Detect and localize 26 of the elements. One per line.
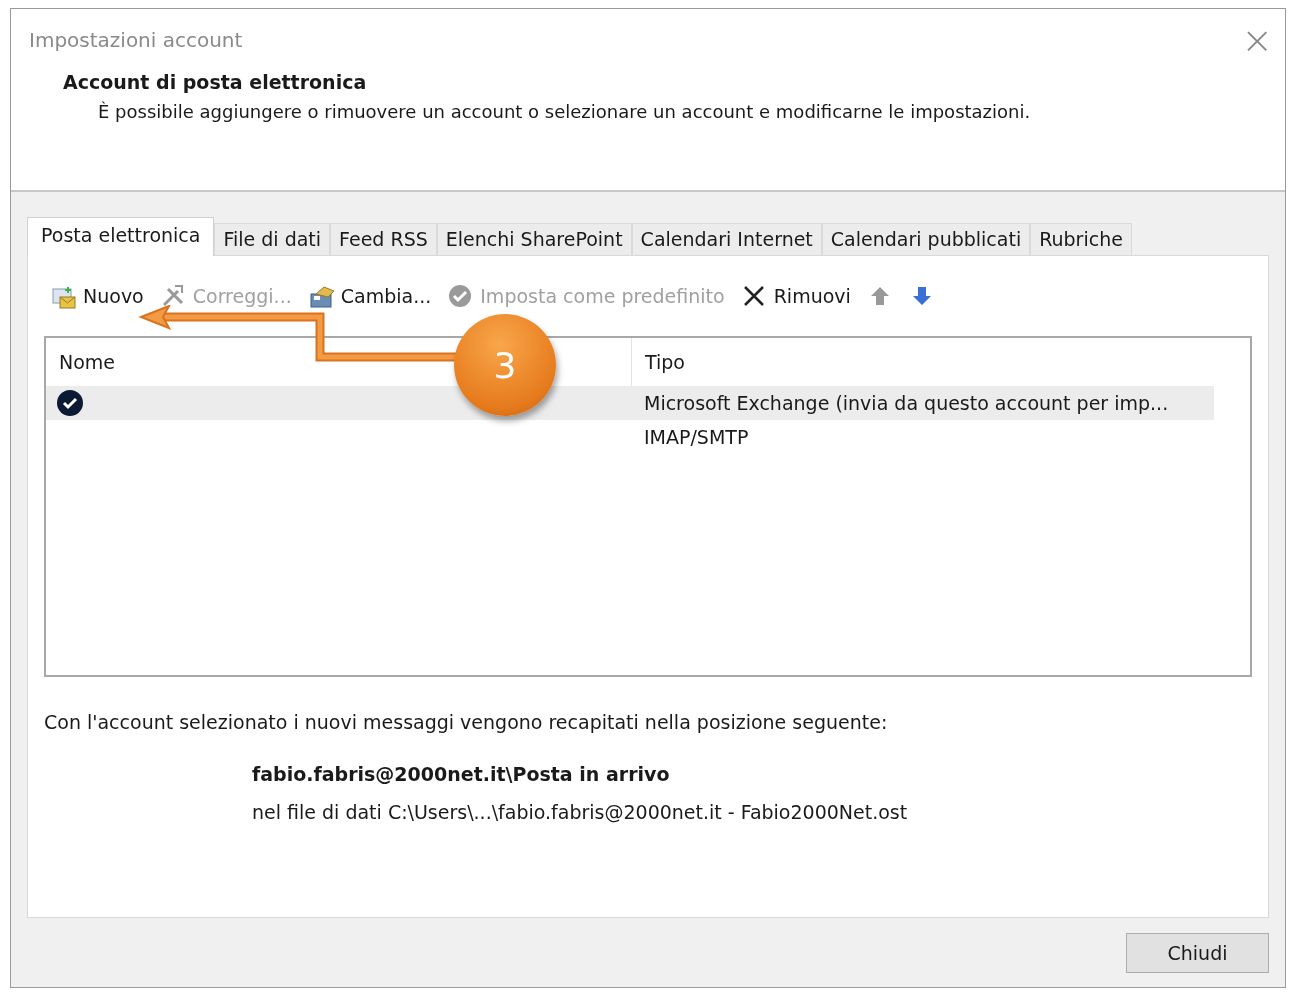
tab[interactable]: Feed RSS [330, 223, 437, 255]
close-dialog-button[interactable]: Chiudi [1126, 932, 1269, 973]
table-cell-text: Microsoft Exchange (invia da questo account per imp... [643, 392, 1169, 414]
window-title: Impostazioni account [29, 28, 243, 52]
check-circle-icon [447, 283, 474, 309]
account-row[interactable]: Microsoft Exchange (invia da questo account per imp... [46, 386, 1214, 420]
account-row[interactable]: IMAP/SMTP [46, 420, 1214, 454]
toolbar-button[interactable]: Rimuovi [738, 281, 859, 311]
tab[interactable]: Rubriche [1030, 223, 1132, 255]
column-header[interactable]: Tipo [645, 351, 685, 373]
table-cell-text: IMAP/SMTP [643, 426, 749, 448]
delivery-folder: fabio.fabris@2000net.it\Posta in arrivo [252, 763, 671, 785]
toolbar-button[interactable]: Nuovo [48, 281, 152, 311]
section-description: È possibile aggiungere o rimuovere un account o selezionare un account e modificarne le impostazioni. [98, 101, 1032, 122]
tab[interactable]: Calendari Internet [631, 223, 822, 255]
tab[interactable]: Elenchi SharePoint [436, 223, 632, 255]
folder-icon [307, 283, 334, 309]
delivery-file: nel file di dati C:\Users\...\fabio.fabris@2000net.it - Fabio2000Net.ost [252, 801, 909, 823]
tab[interactable]: Calendari pubblicati [821, 223, 1031, 255]
section-title: Account di posta elettronica [63, 71, 368, 93]
delivery-text: Con l'account selezionato i nuovi messaggi vengono recapitati nella posizione seguente: [44, 711, 889, 733]
tab[interactable]: File di dati [214, 223, 331, 255]
toolbar-button[interactable]: Cambia... [305, 281, 440, 311]
column-header[interactable]: Nome [59, 351, 116, 373]
close-button[interactable]: × [1229, 18, 1285, 62]
tab[interactable]: Posta elettronica [27, 217, 215, 256]
